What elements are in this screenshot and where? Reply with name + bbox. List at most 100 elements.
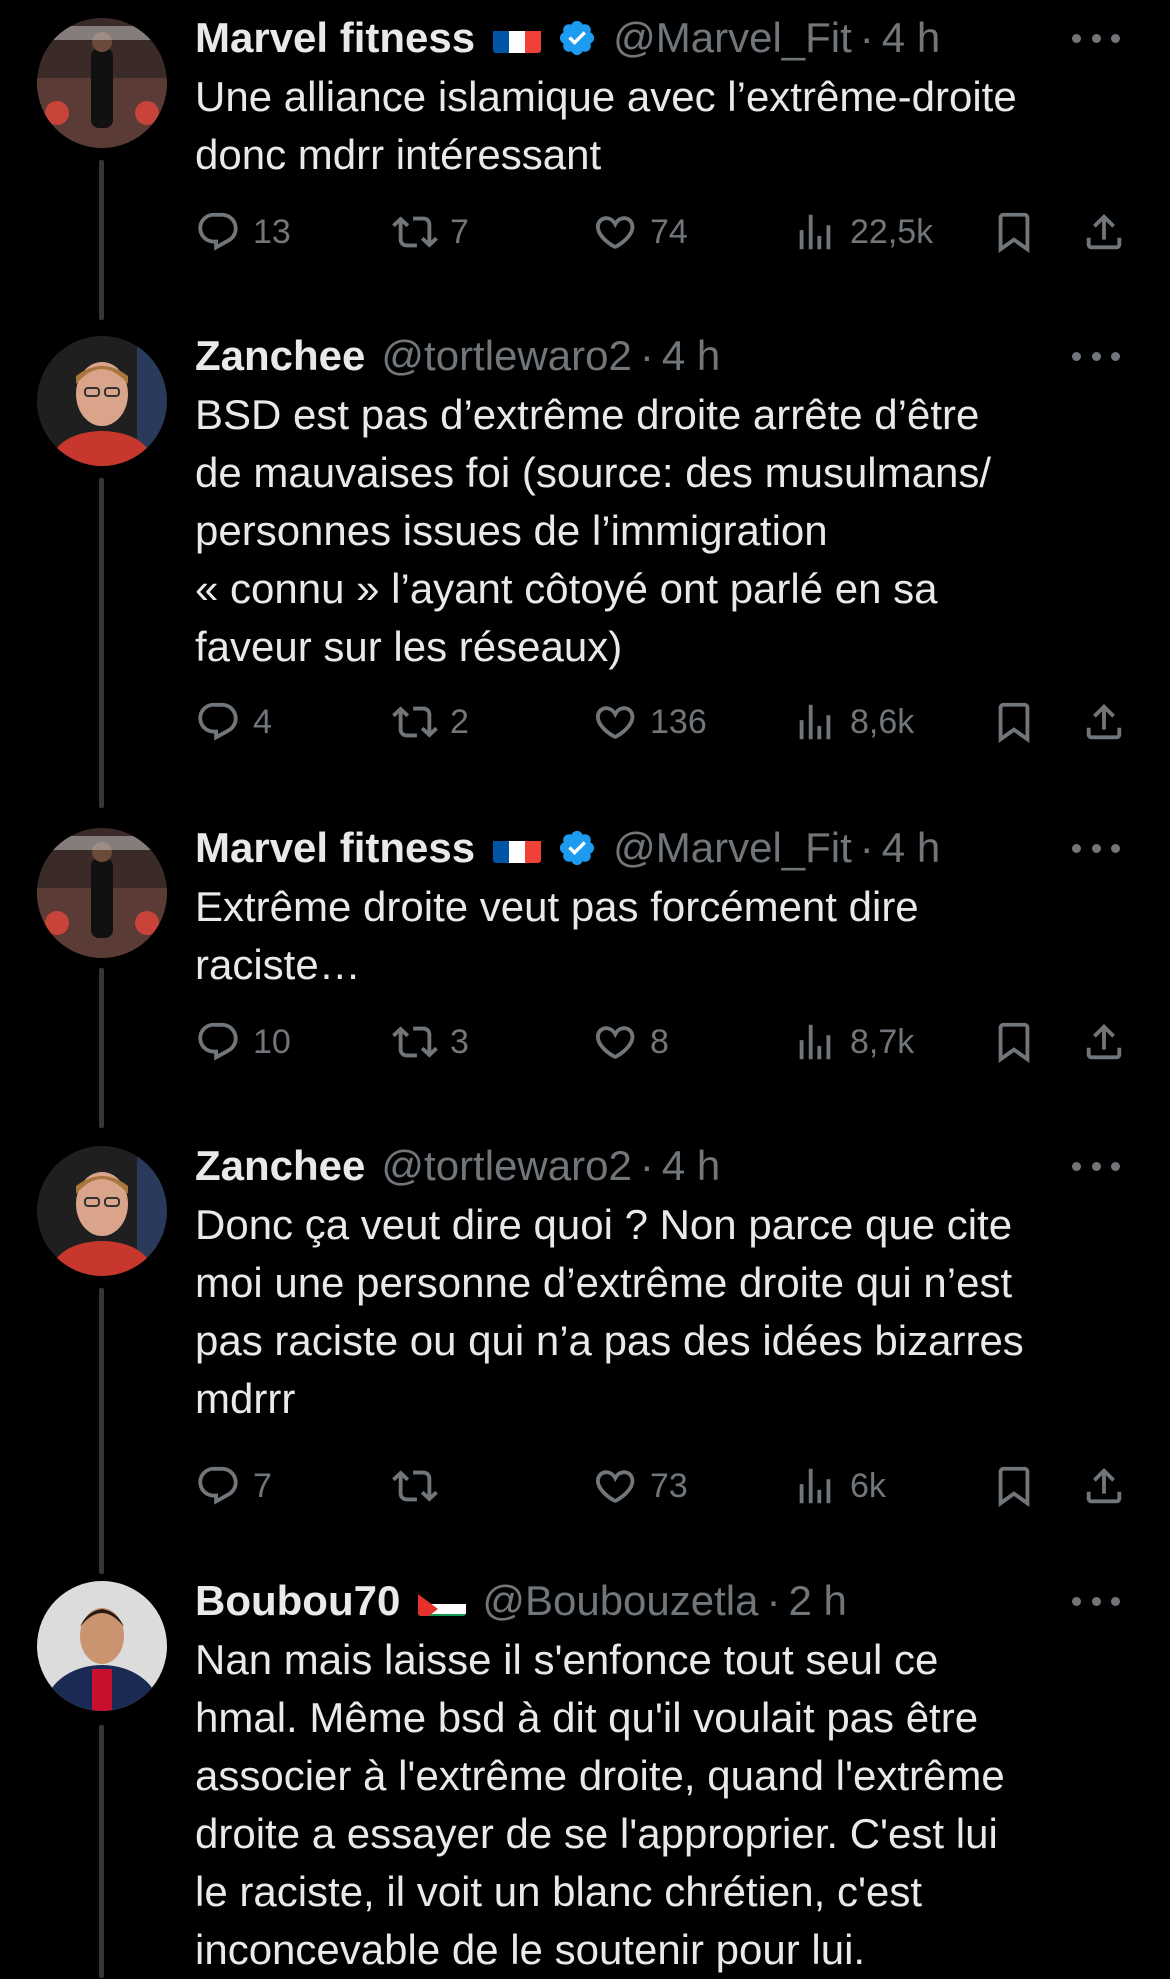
reply-button[interactable]: 10 [195,1016,291,1068]
tweet[interactable]: Marvel fitness @Marvel_Fit · 4 h Une all… [0,0,1170,300]
tweet-text: Donc ça veut dire quoi ? Non parce que c… [195,1201,1024,1422]
display-name[interactable]: Zanchee [195,332,365,380]
avatar[interactable] [37,1146,167,1276]
handle[interactable]: @tortlewaro2 [381,1142,631,1190]
retweet-button[interactable]: 7 [392,206,469,258]
tweet-text: Extrême droite veut pas forcément dire r… [195,883,919,988]
tweet-header: Zanchee @tortlewaro2 · 4 h [195,1140,720,1192]
more-icon[interactable] [1072,346,1120,366]
handle[interactable]: @Marvel_Fit [613,824,852,872]
tweet[interactable]: Boubou70 @Boubouzetla · 2 h Nan mais lai… [0,1563,1170,1978]
display-name[interactable]: Marvel fitness [195,14,475,62]
reply-icon [195,1463,241,1509]
timestamp[interactable]: 4 h [662,332,720,380]
verified-badge-icon[interactable] [557,828,597,868]
reply-button[interactable]: 4 [195,696,272,748]
timestamp[interactable]: 4 h [882,824,940,872]
views-button[interactable]: 8,6k [792,696,914,748]
separator-dot: · [639,1142,654,1189]
separator-dot: · [859,14,874,61]
display-name[interactable]: Boubou70 [195,1577,400,1625]
action-bar: 4 2 136 8,6k [195,696,1130,748]
handle[interactable]: @tortlewaro2 [381,332,631,380]
avatar[interactable] [37,828,167,958]
views-count: 6k [850,1466,886,1505]
reply-count: 10 [253,1022,291,1061]
timestamp[interactable]: 4 h [662,1142,720,1190]
reply-count: 13 [253,212,291,251]
like-count: 73 [650,1466,688,1505]
share-icon [1081,699,1127,745]
like-button[interactable]: 8 [592,1016,669,1068]
reply-icon [195,209,241,255]
views-icon [792,1019,838,1065]
views-button[interactable]: 6k [792,1460,886,1512]
retweet-icon [392,1019,438,1065]
share-icon [1081,209,1127,255]
bookmark-button[interactable] [991,1460,1037,1512]
tweet[interactable]: Zanchee @tortlewaro2 · 4 h Donc ça veut … [0,1128,1170,1574]
avatar[interactable] [37,336,167,466]
views-count: 8,6k [850,702,915,741]
like-icon [592,699,638,745]
share-icon [1081,1463,1127,1509]
separator-dot: · [766,1577,781,1624]
avatar[interactable] [37,1581,167,1711]
more-icon[interactable] [1072,1156,1120,1176]
views-count: 8,7k [850,1022,915,1061]
share-button[interactable] [1081,206,1127,258]
more-icon[interactable] [1072,28,1120,48]
display-name[interactable]: Zanchee [195,1142,365,1190]
tweet[interactable]: Zanchee @tortlewaro2 · 4 h BSD est pas d… [0,318,1170,808]
more-icon[interactable] [1072,838,1120,858]
handle[interactable]: @Marvel_Fit [613,14,852,62]
more-icon[interactable] [1072,1591,1120,1611]
views-icon [792,209,838,255]
like-icon [592,1019,638,1065]
verified-badge-icon[interactable] [557,18,597,58]
action-bar: 13 7 74 22,5k [195,206,1130,258]
display-name[interactable]: Marvel fitness [195,824,475,872]
tweet[interactable]: Marvel fitness @Marvel_Fit · 4 h Extrême… [0,810,1170,1128]
avatar[interactable] [37,18,167,148]
views-button[interactable]: 8,7k [792,1016,914,1068]
france-flag-icon [493,23,542,53]
like-button[interactable]: 136 [592,696,707,748]
like-icon [592,1463,638,1509]
bookmark-icon [991,1463,1037,1509]
tweet-header: Marvel fitness @Marvel_Fit · 4 h [195,822,940,874]
bookmark-button[interactable] [991,206,1037,258]
timestamp[interactable]: 2 h [789,1577,847,1625]
handle[interactable]: @Boubouzetla [482,1577,758,1625]
reply-count: 4 [253,702,272,741]
retweet-button[interactable]: 3 [392,1016,469,1068]
bookmark-button[interactable] [991,1016,1037,1068]
tweet-header: Boubou70 @Boubouzetla · 2 h [195,1575,847,1627]
share-button[interactable] [1081,1460,1127,1512]
retweet-count: 2 [450,702,469,741]
reply-icon [195,1019,241,1065]
reply-count: 7 [253,1466,272,1505]
like-button[interactable]: 74 [592,206,688,258]
timestamp[interactable]: 4 h [882,14,940,62]
retweet-count: 3 [450,1022,469,1061]
retweet-button[interactable] [392,1460,450,1512]
bookmark-button[interactable] [991,696,1037,748]
views-button[interactable]: 22,5k [792,206,933,258]
retweet-button[interactable]: 2 [392,696,469,748]
like-count: 136 [650,702,707,741]
retweet-icon [392,209,438,255]
france-flag-icon [493,833,542,863]
reply-button[interactable]: 13 [195,206,291,258]
share-button[interactable] [1081,696,1127,748]
reply-button[interactable]: 7 [195,1460,272,1512]
share-button[interactable] [1081,1016,1127,1068]
views-icon [792,699,838,745]
retweet-icon [392,1463,438,1509]
like-button[interactable]: 73 [592,1460,688,1512]
tweet-header: Marvel fitness @Marvel_Fit · 4 h [195,12,940,64]
tweet-text: Une alliance islamique avec l’extrême-dr… [195,73,1017,178]
tweet-text: Nan mais laisse il s'enfonce tout seul c… [195,1636,1005,1973]
share-icon [1081,1019,1127,1065]
separator-dot: · [639,332,654,379]
